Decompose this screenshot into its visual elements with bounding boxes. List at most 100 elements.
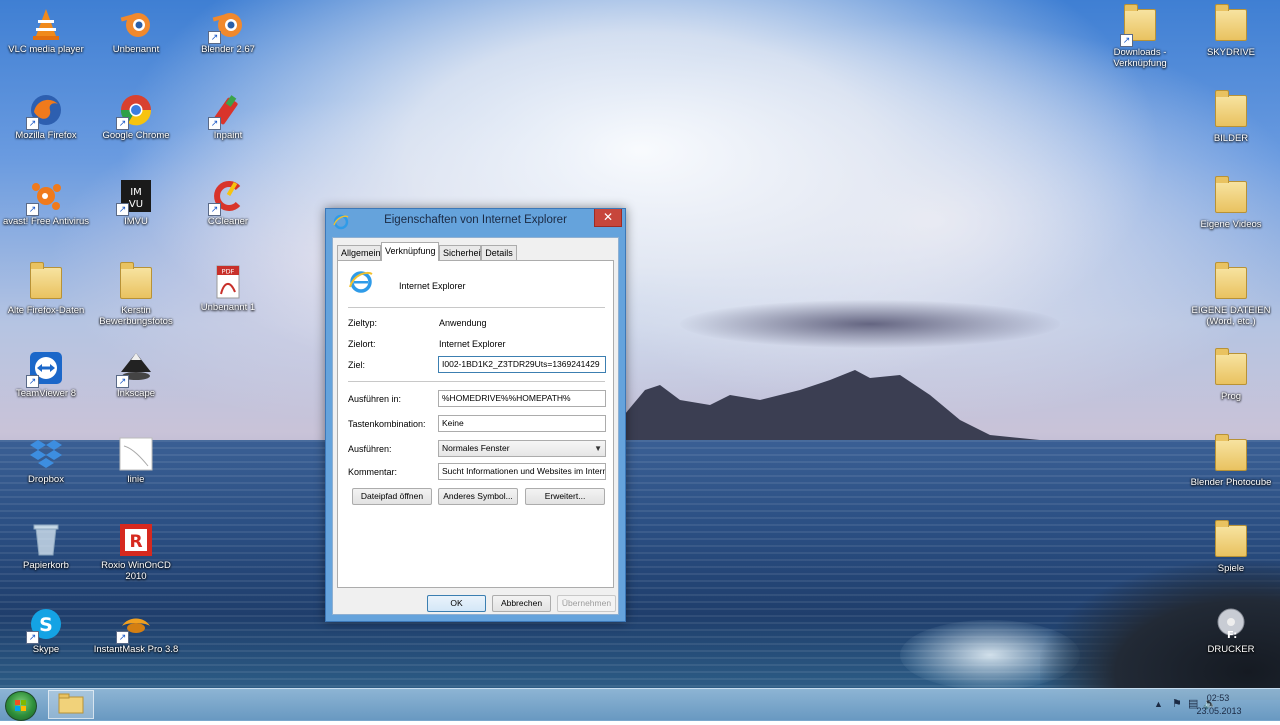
abbrechen-button[interactable]: Abbrechen: [492, 595, 551, 612]
start-button[interactable]: [5, 691, 37, 721]
desktop-icon-label: EIGENE DATEIEN (Word, etc.): [1191, 305, 1271, 327]
folder-icon: [1213, 520, 1249, 561]
desktop-icon-label: Kerstin Bewerbungsfotos: [99, 305, 173, 327]
anderes-symbol-button[interactable]: Anderes Symbol...: [438, 488, 518, 505]
desktop-icon-unbenannt[interactable]: Unbenannt: [90, 6, 182, 55]
desktop-icon-roxio[interactable]: R Roxio WinOnCD 2010: [90, 522, 182, 582]
svg-text:IM: IM: [130, 187, 142, 198]
shortcut-arrow-icon: ↗: [26, 203, 39, 216]
desktop-icon-instantmask[interactable]: ↗ InstantMask Pro 3.8: [90, 606, 182, 655]
desktop-icon-linie[interactable]: linie: [90, 436, 182, 485]
inkscape-icon: ↗: [116, 350, 154, 388]
tastenkombination-input[interactable]: Keine: [438, 415, 606, 432]
tab-details[interactable]: Details: [481, 245, 517, 260]
desktop-icon-skype[interactable]: S ↗ Skype: [0, 606, 92, 655]
desktop-icon-label: Spiele: [1217, 563, 1245, 574]
clock-time[interactable]: 02:53: [1198, 693, 1238, 703]
ausfuehren-in-input[interactable]: %HOMEDRIVE%%HOMEPATH%: [438, 390, 606, 407]
zielort-label: Zielort:: [348, 339, 376, 349]
desktop-icon-chrome[interactable]: ↗ Google Chrome: [90, 92, 182, 141]
chevron-down-icon: ▼: [594, 444, 602, 453]
pdf-icon: PDF: [210, 264, 246, 300]
blender-icon: ↗: [208, 6, 246, 44]
desktop-icon-firefox[interactable]: ↗ Mozilla Firefox: [0, 92, 92, 141]
system-tray: ▲ ⚑ ▤ 🔈 02:53 23.05.2013: [1140, 689, 1280, 721]
teamviewer-icon: ↗: [26, 350, 64, 388]
folder-icon: [58, 693, 84, 714]
svg-text:PDF: PDF: [222, 268, 235, 276]
roxio-icon: R: [118, 522, 154, 558]
dateipfad-oeffnen-button[interactable]: Dateipfad öffnen: [352, 488, 432, 505]
desktop-icon-drucker[interactable]: F: DRUCKER: [1185, 606, 1277, 655]
desktop-icon-skydrive[interactable]: SKYDRIVE: [1185, 4, 1277, 58]
recycle-bin-icon: [28, 522, 64, 558]
kommentar-input[interactable]: Sucht Informationen und Websites im Inte…: [438, 463, 606, 480]
ausfuehren-selected-value: Normales Fenster: [442, 443, 510, 453]
desktop-icon-label: BILDER: [1213, 133, 1249, 144]
wallpaper-cloud: [680, 300, 1060, 348]
desktop-icon-label: Eigene Videos: [1200, 219, 1262, 230]
ziel-label: Ziel:: [348, 360, 366, 370]
shortcut-arrow-icon: ↗: [116, 203, 129, 216]
image-file-icon: [118, 436, 154, 472]
desktop-icon-label: Alte Firefox-Daten: [7, 305, 85, 316]
desktop-icon-vlc[interactable]: VLC media player: [0, 6, 92, 55]
close-button[interactable]: ✕: [594, 209, 622, 227]
tab-allgemein[interactable]: Allgemein: [337, 245, 381, 260]
shortcut-arrow-icon: ↗: [26, 117, 39, 130]
tray-chevron-icon[interactable]: ▲: [1154, 699, 1163, 709]
desktop-icon-label: Unbenannt: [112, 44, 160, 55]
desktop-icon-unbenannt-1[interactable]: PDF Unbenannt 1: [182, 264, 274, 313]
desktop-icon-papierkorb[interactable]: Papierkorb: [0, 522, 92, 571]
desktop-icon-blender-photocube[interactable]: Blender Photocube: [1185, 434, 1277, 488]
shortcut-arrow-icon: ↗: [208, 117, 221, 130]
folder-icon: [1213, 262, 1249, 303]
desktop-icon-kerstin[interactable]: Kerstin Bewerbungsfotos: [90, 262, 182, 327]
firefox-icon: ↗: [26, 92, 64, 130]
ok-button[interactable]: OK: [427, 595, 486, 612]
desktop-icon-bilder[interactable]: BILDER: [1185, 90, 1277, 144]
desktop-icon-inkscape[interactable]: ↗ Inkscape: [90, 350, 182, 399]
desktop-icon-ccleaner[interactable]: ↗ CCleaner: [182, 178, 274, 227]
desktop-icon-label: IMVU: [124, 216, 148, 227]
desktop-icon-eigene-videos[interactable]: Eigene Videos: [1185, 176, 1277, 230]
imvu-icon: IM VU ↗: [116, 178, 154, 216]
desktop-icon-label: Roxio WinOnCD 2010: [101, 560, 171, 582]
desktop-icon-imvu[interactable]: IM VU ↗ IMVU: [90, 178, 182, 227]
dialog-titlebar[interactable]: Eigenschaften von Internet Explorer ✕: [326, 209, 625, 235]
shortcut-arrow-icon: ↗: [26, 375, 39, 388]
separator: [348, 307, 605, 308]
svg-text:VU: VU: [129, 199, 143, 210]
desktop-icon-spiele[interactable]: Spiele: [1185, 520, 1277, 574]
flag-icon[interactable]: ⚑: [1172, 697, 1182, 710]
desktop-icon-inpaint[interactable]: ↗ Inpaint: [182, 92, 274, 141]
ziel-input[interactable]: I002-1BD1K2_Z3TDR29Uts=1369241429: [438, 356, 606, 373]
inpaint-icon: ↗: [208, 92, 246, 130]
uebernehmen-button[interactable]: Übernehmen: [557, 595, 616, 612]
tab-sicherheit[interactable]: Sicherheit: [439, 245, 483, 260]
desktop-icon-label: InstantMask Pro 3.8: [93, 644, 179, 655]
ausfuehren-select[interactable]: Normales Fenster ▼: [438, 440, 606, 457]
ausfuehren-in-label: Ausführen in:: [348, 394, 402, 404]
folder-icon: [28, 262, 64, 303]
desktop-icon-blender[interactable]: ↗ Blender 2.67: [182, 6, 274, 55]
desktop-icon-dropbox[interactable]: Dropbox: [0, 436, 92, 485]
desktop-icon-alte-firefox-daten[interactable]: Alte Firefox-Daten: [0, 262, 92, 316]
desktop-icon-eigene-dateien[interactable]: EIGENE DATEIEN (Word, etc.): [1185, 262, 1277, 327]
desktop-icon-avast[interactable]: ↗ avast! Free Antivirus: [0, 178, 92, 227]
desktop-icon-label: Skype: [32, 644, 60, 655]
erweitert-button[interactable]: Erweitert...: [525, 488, 605, 505]
chrome-icon: ↗: [116, 92, 154, 130]
printer-icon: F:: [1213, 606, 1249, 642]
dropbox-icon: [28, 436, 64, 472]
desktop-icon-downloads[interactable]: ↗ Downloads - Verknüpfung: [1094, 4, 1186, 69]
properties-dialog: Eigenschaften von Internet Explorer ✕ Al…: [325, 208, 626, 622]
clock-date[interactable]: 23.05.2013: [1188, 706, 1250, 716]
taskbar-explorer-button[interactable]: [48, 690, 94, 719]
desktop-icon-prog[interactable]: Prog: [1185, 348, 1277, 402]
avast-icon: ↗: [26, 178, 64, 216]
tab-verknuepfung[interactable]: Verknüpfung: [381, 242, 439, 261]
blender-icon: [118, 6, 154, 42]
desktop-icon-teamviewer[interactable]: ↗ TeamViewer 8: [0, 350, 92, 399]
tab-panel-verknuepfung: Internet Explorer Zieltyp: Anwendung Zie…: [337, 260, 614, 588]
